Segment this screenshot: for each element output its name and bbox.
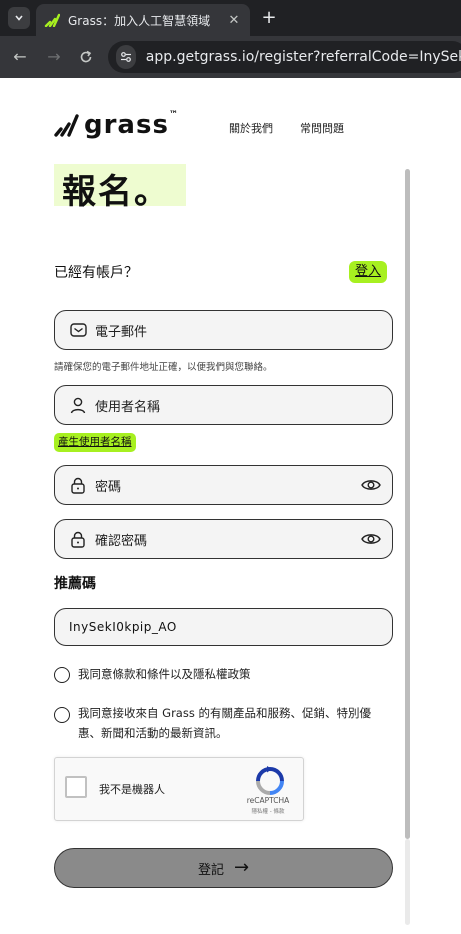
chevron-down-icon — [15, 15, 23, 21]
eye-icon[interactable] — [360, 476, 382, 494]
password-placeholder: 密碼 — [95, 479, 122, 495]
generate-username-link[interactable]: 產生使用者名稱 — [54, 433, 136, 452]
reload-icon[interactable] — [76, 47, 96, 67]
email-placeholder: 電子郵件 — [95, 324, 148, 340]
eye-icon[interactable] — [360, 530, 382, 548]
grass-logo-icon — [54, 114, 79, 137]
password-field[interactable]: 密碼 — [54, 465, 393, 505]
browser-tab-strip: Grass：加入人工智慧領域 ✕ + — [0, 0, 461, 36]
nav-faq[interactable]: 常問問題 — [300, 120, 344, 136]
recaptcha-checkbox[interactable] — [65, 776, 87, 798]
marketing-text: 我同意接收來自 Grass 的有關產品和服務、促銷、特別優惠、新聞和活動的最新資… — [78, 706, 371, 740]
trademark-symbol: ™ — [168, 110, 178, 120]
lock-icon — [69, 476, 87, 494]
user-icon — [69, 396, 87, 414]
grass-logo[interactable]: grass ™ — [54, 110, 178, 140]
mail-icon — [69, 321, 87, 339]
close-tab-icon[interactable]: ✕ — [226, 13, 242, 28]
site-settings-icon[interactable] — [116, 45, 136, 69]
page-title: 報名。 — [62, 172, 170, 212]
browser-tab[interactable]: Grass：加入人工智慧領域 ✕ — [36, 4, 250, 36]
recaptcha-brand: reCAPTCHA — [246, 796, 290, 805]
email-hint: 請確保您的電子郵件地址正確，以便我們與您聯絡。 — [54, 362, 273, 373]
referral-label: 推薦碼 — [54, 576, 96, 592]
terms-text: 我同意條款和條件以及隱私權政策 — [78, 667, 251, 681]
arrow-right-icon: → — [233, 857, 250, 878]
submit-label: 登記 — [197, 862, 224, 878]
logo-text: grass — [84, 110, 169, 140]
referral-code-input[interactable]: InySekI0kpip_AO — [54, 608, 393, 646]
browser-toolbar: ← → app.getgrass.io/register?referralCod… — [0, 36, 461, 78]
confirm-password-field[interactable]: 確認密碼 — [54, 519, 393, 559]
login-link[interactable]: 登入 — [349, 261, 388, 283]
email-field[interactable]: 電子郵件 — [54, 310, 393, 350]
address-bar[interactable]: app.getgrass.io/register?referralCode=In… — [108, 41, 461, 73]
forward-arrow-icon[interactable]: → — [44, 47, 64, 67]
recaptcha-widget: 我不是機器人 reCAPTCHA 隱私權 - 條款 — [54, 757, 304, 821]
have-account-text: 已經有帳戶？ — [54, 265, 138, 281]
username-field[interactable]: 使用者名稱 — [54, 385, 393, 425]
scrollbar-thumb[interactable] — [405, 169, 410, 839]
username-placeholder: 使用者名稱 — [95, 399, 161, 415]
lock-icon — [69, 530, 87, 548]
register-submit-button[interactable]: 登記 → — [54, 848, 393, 888]
marketing-checkbox[interactable] — [54, 707, 70, 723]
nav-about[interactable]: 關於我們 — [229, 120, 273, 136]
url-text: app.getgrass.io/register?referralCode=In… — [145, 49, 461, 65]
new-tab-button[interactable]: + — [258, 7, 280, 29]
register-page: grass ™ 關於我們 常問問題 報名。 已經有帳戶？ 登入 電子郵件 請確保… — [0, 78, 461, 934]
tab-title: Grass：加入人工智慧領域 — [68, 13, 211, 28]
recaptcha-terms[interactable]: 隱私權 - 條款 — [233, 807, 303, 815]
tab-search-button[interactable] — [8, 7, 30, 29]
grass-favicon-icon — [44, 13, 60, 27]
recaptcha-label: 我不是機器人 — [99, 783, 165, 796]
terms-checkbox[interactable] — [54, 667, 70, 683]
recaptcha-logo-icon — [256, 766, 284, 795]
scrollbar-track[interactable] — [405, 839, 410, 925]
confirm-password-placeholder: 確認密碼 — [95, 533, 148, 549]
back-arrow-icon[interactable]: ← — [10, 47, 30, 67]
